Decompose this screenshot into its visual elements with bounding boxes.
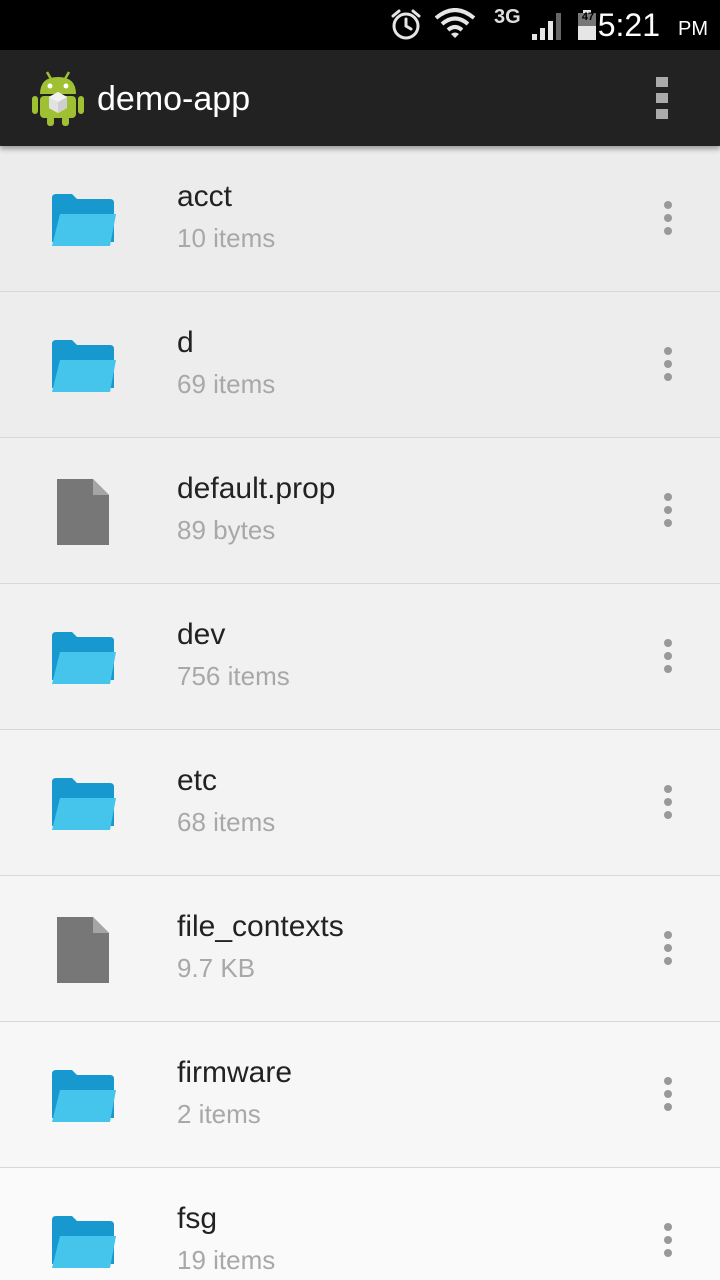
file-details: 756 items [177, 661, 290, 691]
item-menu-button[interactable] [646, 634, 690, 678]
file-list-item[interactable]: acct 10 items [0, 146, 720, 292]
alarm-icon [388, 0, 424, 50]
file-list-item[interactable]: dev 756 items [0, 584, 720, 730]
item-menu-button[interactable] [646, 1218, 690, 1262]
battery-icon [574, 0, 600, 50]
status-time: 5:21 [597, 7, 660, 43]
more-vert-icon [664, 1077, 672, 1111]
wifi-icon [434, 0, 476, 50]
signal-icon [530, 0, 566, 50]
item-menu-button[interactable] [646, 1072, 690, 1116]
folder-icon [48, 624, 118, 692]
file-icon [48, 478, 118, 546]
more-vert-icon [664, 931, 672, 965]
file-details: 68 items [177, 807, 276, 837]
folder-icon [48, 1062, 118, 1130]
file-name: fsg [177, 1202, 218, 1235]
folder-icon [48, 1208, 118, 1276]
file-details: 2 items [177, 1099, 261, 1129]
status-ampm: PM [678, 18, 708, 40]
file-list-item[interactable]: default.prop 89 bytes [0, 438, 720, 584]
file-details: 69 items [177, 369, 276, 399]
item-menu-button[interactable] [646, 780, 690, 824]
app-title: demo-app [97, 80, 251, 118]
file-name: firmware [177, 1056, 293, 1089]
file-list: acct 10 items d 69 items default.prop 89 byte… [0, 146, 720, 1280]
file-details: 9.7 KB [177, 953, 256, 983]
android-robot-icon[interactable] [28, 68, 88, 128]
more-vert-icon [664, 1223, 672, 1257]
action-bar: demo-app [0, 50, 720, 146]
file-details: 89 bytes [177, 515, 276, 545]
file-list-item[interactable]: firmware 2 items [0, 1022, 720, 1168]
file-list-item[interactable]: file_contexts 9.7 KB [0, 876, 720, 1022]
more-vert-icon [664, 347, 672, 381]
overflow-menu-button[interactable] [632, 68, 692, 128]
file-details: 10 items [177, 223, 276, 253]
file-name: etc [177, 764, 218, 797]
item-menu-button[interactable] [646, 926, 690, 970]
overflow-menu-icon [656, 77, 668, 119]
folder-icon [48, 770, 118, 838]
file-name: d [177, 326, 194, 359]
file-list-item[interactable]: etc 68 items [0, 730, 720, 876]
more-vert-icon [664, 201, 672, 235]
file-details: 19 items [177, 1245, 276, 1275]
folder-icon [48, 332, 118, 400]
more-vert-icon [664, 639, 672, 673]
more-vert-icon [664, 493, 672, 527]
folder-icon [48, 186, 118, 254]
file-icon [48, 916, 118, 984]
file-list-item[interactable]: fsg 19 items [0, 1168, 720, 1280]
item-menu-button[interactable] [646, 196, 690, 240]
file-name: file_contexts [177, 910, 344, 943]
file-name: acct [177, 180, 233, 213]
battery-level-label: 47 [581, 11, 595, 23]
item-menu-button[interactable] [646, 342, 690, 386]
item-menu-button[interactable] [646, 488, 690, 532]
file-name: default.prop [177, 472, 336, 505]
more-vert-icon [664, 785, 672, 819]
status-bar: 3G 47 5:21 PM [0, 0, 720, 50]
file-list-item[interactable]: d 69 items [0, 292, 720, 438]
network-type-label: 3G [494, 6, 521, 28]
file-name: dev [177, 618, 226, 651]
